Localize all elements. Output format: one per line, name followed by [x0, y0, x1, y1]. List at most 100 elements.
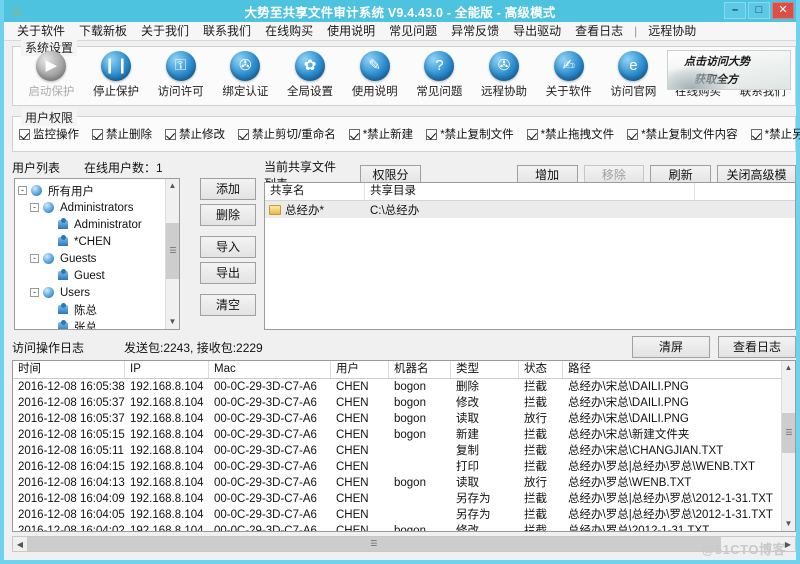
clear-screen-button[interactable]: 清屏 — [632, 336, 710, 358]
rights-checkbox-3[interactable]: 禁止修改 — [165, 126, 225, 142]
menu-item-download-new[interactable]: 下载新板 — [72, 22, 134, 40]
hscroll-left-icon[interactable]: ◀ — [13, 540, 27, 549]
table-row[interactable]: 总经办* C:\总经办 — [265, 201, 795, 218]
log-row[interactable]: 2016-12-08 16:05:15192.168.8.10400-0C-29… — [13, 427, 795, 443]
tree-node[interactable]: 张总 — [18, 318, 179, 330]
log-scroll-down-icon[interactable]: ▼ — [782, 517, 795, 531]
menu-item-about-us[interactable]: 关于我们 — [134, 22, 196, 40]
folder-icon — [269, 205, 281, 215]
menu-item-online-purchase[interactable]: 在线购买 — [258, 22, 320, 40]
menu-item-faq[interactable]: 常见问题 — [382, 22, 444, 40]
rights-checkbox-7[interactable]: *禁止拖拽文件 — [527, 126, 614, 142]
add-user-button[interactable]: 添加 — [200, 178, 256, 200]
rights-checkbox-8[interactable]: *禁止复制文件内容 — [627, 126, 737, 142]
log-row[interactable]: 2016-12-08 16:05:37192.168.8.10400-0C-29… — [13, 395, 795, 411]
tree-node[interactable]: *CHEN — [18, 233, 179, 250]
toolbar-button-4[interactable]: ✇绑定认证 — [213, 51, 278, 99]
view-log-button[interactable]: 查看日志 — [718, 336, 796, 358]
rights-checkbox-5[interactable]: *禁止新建 — [349, 126, 413, 142]
scroll-up-icon[interactable]: ▲ — [166, 179, 179, 193]
log-row[interactable]: 2016-12-08 16:04:13192.168.8.10400-0C-29… — [13, 475, 795, 491]
log-row[interactable]: 2016-12-08 16:05:37192.168.8.10400-0C-29… — [13, 411, 795, 427]
tree-expander-icon[interactable]: - — [30, 254, 39, 263]
rights-checkbox-4[interactable]: 禁止剪切/重命名 — [238, 126, 336, 142]
question-icon: ? — [424, 51, 454, 81]
log-row[interactable]: 2016-12-08 16:04:09192.168.8.10400-0C-29… — [13, 491, 795, 507]
log-cell-type: 修改 — [451, 395, 519, 411]
log-row[interactable]: 2016-12-08 16:04:02192.168.8.10400-0C-29… — [13, 523, 795, 532]
tree-expander-icon[interactable]: - — [30, 203, 39, 212]
menu-item-about-software[interactable]: 关于软件 — [10, 22, 72, 40]
tree-expander-icon[interactable]: - — [18, 186, 27, 195]
tree-expander-icon[interactable]: - — [30, 288, 39, 297]
close-button[interactable]: ✕ — [772, 2, 794, 19]
menu-item-instructions[interactable]: 使用说明 — [320, 22, 382, 40]
log-horizontal-scrollbar[interactable]: ◀ ☰ ▶ — [12, 536, 796, 552]
toolbar-button-3[interactable]: ⚿访问许可 — [148, 51, 213, 99]
log-row[interactable]: 2016-12-08 16:04:15192.168.8.10400-0C-29… — [13, 459, 795, 475]
checkbox-label: 禁止删除 — [106, 126, 152, 142]
user-icon — [56, 269, 70, 282]
log-cell-time: 2016-12-08 16:04:09 — [13, 491, 125, 507]
menu-item-remote-assist[interactable]: 远程协助 — [641, 22, 703, 40]
tree-node[interactable]: Administrator — [18, 216, 179, 233]
tree-node[interactable]: -所有用户 — [18, 182, 179, 199]
users-group-icon — [42, 286, 56, 299]
log-column-type: 类型 — [451, 361, 519, 378]
toolbar-button-6[interactable]: ✎使用说明 — [342, 51, 407, 99]
scrollbar-thumb[interactable]: ☰ — [166, 223, 180, 279]
log-column-host: 机器名 — [389, 361, 451, 378]
checkbox-label: *禁止另存为 — [765, 126, 800, 142]
minimize-button[interactable]: – — [724, 2, 746, 19]
menu-item-export-driver[interactable]: 导出驱动 — [506, 22, 568, 40]
tree-node[interactable]: -Administrators — [18, 199, 179, 216]
log-cell-user: CHEN — [331, 427, 389, 443]
menu-item-view-log[interactable]: 查看日志 — [568, 22, 630, 40]
log-table-panel[interactable]: 时间 IP Mac 用户 机器名 类型 状态 路径 2016-12-08 16:… — [12, 360, 796, 532]
log-cell-time: 2016-12-08 16:05:37 — [13, 395, 125, 411]
user-tree-vertical-scrollbar[interactable]: ▲ ☰ ▼ — [165, 179, 179, 329]
scroll-down-icon[interactable]: ▼ — [166, 315, 179, 329]
hscroll-thumb[interactable]: ☰ — [27, 537, 721, 551]
delete-user-button[interactable]: 删除 — [200, 204, 256, 226]
log-scroll-up-icon[interactable]: ▲ — [782, 361, 795, 375]
clear-user-button[interactable]: 清空 — [200, 294, 256, 316]
toolbar-button-7[interactable]: ?常见问题 — [407, 51, 472, 99]
menu-item-contact-us[interactable]: 联系我们 — [196, 22, 258, 40]
hscroll-track[interactable]: ☰ — [27, 537, 781, 551]
checkbox-box-icon — [165, 129, 176, 140]
user-tree-panel[interactable]: -所有用户-AdministratorsAdministrator*CHEN-G… — [14, 178, 180, 330]
log-cell-user: CHEN — [331, 507, 389, 523]
log-cell-type: 读取 — [451, 411, 519, 427]
tree-node[interactable]: -Guests — [18, 250, 179, 267]
log-cell-ip: 192.168.8.104 — [125, 523, 209, 532]
log-column-mac: Mac — [209, 361, 331, 378]
rights-checkbox-9[interactable]: *禁止另存为 — [751, 126, 800, 142]
toolbar-button-1[interactable]: ▶启动保护 — [19, 51, 84, 99]
tree-node[interactable]: 陈总 — [18, 301, 179, 318]
checkbox-box-icon — [527, 129, 538, 140]
tree-node[interactable]: -Users — [18, 284, 179, 301]
rights-checkbox-6[interactable]: *禁止复制文件 — [426, 126, 513, 142]
toolbar-button-10[interactable]: e访问官网 — [601, 51, 666, 99]
import-user-button[interactable]: 导入 — [200, 236, 256, 258]
toolbar-button-5[interactable]: ✿全局设置 — [278, 51, 343, 99]
export-user-button[interactable]: 导出 — [200, 262, 256, 284]
log-row[interactable]: 2016-12-08 16:04:05192.168.8.10400-0C-29… — [13, 507, 795, 523]
toolbar-button-8[interactable]: ✇远程协助 — [472, 51, 537, 99]
maximize-button[interactable]: □ — [748, 2, 770, 19]
log-row[interactable]: 2016-12-08 16:05:38192.168.8.10400-0C-29… — [13, 379, 795, 395]
share-list-panel[interactable]: 共享名 共享目录 总经办* C:\总经办 — [264, 182, 796, 330]
log-vertical-scrollbar[interactable]: ▲ ☰ ▼ — [781, 361, 795, 531]
rights-checkbox-1[interactable]: 监控操作 — [19, 126, 79, 142]
toolbar-button-9[interactable]: ✍关于软件 — [536, 51, 601, 99]
menu-item-feedback[interactable]: 异常反馈 — [444, 22, 506, 40]
rights-checkbox-2[interactable]: 禁止删除 — [92, 126, 152, 142]
log-cell-type: 打印 — [451, 459, 519, 475]
log-cell-ip: 192.168.8.104 — [125, 411, 209, 427]
promo-banner[interactable]: 点击访问大势 获取全方 — [667, 50, 791, 90]
log-row[interactable]: 2016-12-08 16:05:11192.168.8.10400-0C-29… — [13, 443, 795, 459]
log-scrollbar-thumb[interactable]: ☰ — [782, 413, 796, 453]
tree-node[interactable]: Guest — [18, 267, 179, 284]
toolbar-button-2[interactable]: ❙❙停止保护 — [84, 51, 149, 99]
